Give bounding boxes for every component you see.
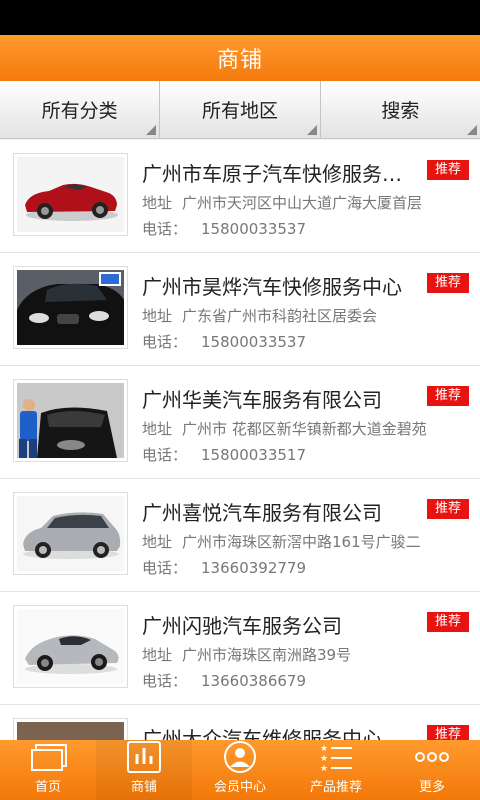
shop-thumbnail <box>13 492 128 575</box>
shop-list-item[interactable]: 广州市车原子汽车快修服务中心 推荐 地址 广州市天河区中山大道广海大厦首层 电话：… <box>0 140 480 253</box>
filter-category-label: 所有分类 <box>41 100 118 122</box>
address-value: 广东省广州市科韵社区居委会 <box>182 307 378 325</box>
shop-phone: 电话： 15800033537 <box>142 331 472 352</box>
shop-address: 地址 广州市海珠区南洲路39号 <box>142 644 472 665</box>
svg-text:★: ★ <box>320 744 328 754</box>
page-title: 商铺 <box>216 48 263 73</box>
shop-name: 广州华美汽车服务有限公司 <box>142 388 382 412</box>
chart-icon <box>127 741 161 773</box>
recommend-badge: 推荐 <box>427 160 469 180</box>
star-list-icon: ★ ★ ★ <box>320 744 352 774</box>
shop-list-item[interactable]: 广州大众汽车维修服务中心 推荐 <box>0 705 480 740</box>
nav-shops[interactable]: 商铺 <box>96 740 192 800</box>
shop-thumbnail <box>13 153 128 236</box>
black-bmw-image <box>17 270 124 345</box>
shop-list-item[interactable]: 广州闪驰汽车服务公司 推荐 地址 广州市海珠区南洲路39号 电话： 13660386… <box>0 592 480 705</box>
phone-label: 电话： <box>142 333 188 351</box>
shop-thumbnail <box>13 718 128 740</box>
red-convertible-image <box>17 157 124 232</box>
shop-phone: 电话： 15800033517 <box>142 444 472 465</box>
status-bar <box>0 0 480 35</box>
shop-phone: 电话： 13660386679 <box>142 670 472 691</box>
home-icon <box>31 744 67 771</box>
shop-name: 广州喜悦汽车服务有限公司 <box>142 501 382 525</box>
address-label: 地址 <box>142 194 173 212</box>
phone-value: 15800033537 <box>201 333 306 351</box>
address-value: 广州市 花都区新华镇新都大道金碧苑 <box>182 420 427 438</box>
filter-region-button[interactable]: 所有地区 <box>160 81 321 138</box>
shop-name: 广州市车原子汽车快修服务中心 <box>142 162 406 186</box>
shop-phone: 电话： 15800033537 <box>142 218 472 239</box>
shop-list-item[interactable]: 广州市昊烨汽车快修服务中心 推荐 地址 广东省广州市科韵社区居委会 电话： 1580… <box>0 253 480 366</box>
dropdown-corner-icon <box>466 125 477 135</box>
shop-address: 地址 广州市海珠区新滘中路161号广骏二 <box>142 531 472 552</box>
dropdown-corner-icon <box>306 125 317 135</box>
phone-value: 15800033537 <box>201 220 306 238</box>
address-label: 地址 <box>142 420 173 438</box>
shop-list-item[interactable]: 广州华美汽车服务有限公司 推荐 地址 广州市 花都区新华镇新都大道金碧苑 电话： 1… <box>0 366 480 479</box>
nav-home[interactable]: 首页 <box>0 740 96 800</box>
phone-value: 15800033517 <box>201 446 306 464</box>
shop-phone: 电话： 13660392779 <box>142 557 472 578</box>
phone-label: 电话： <box>142 220 188 238</box>
phone-label: 电话： <box>142 559 188 577</box>
recommend-badge: 推荐 <box>427 725 469 740</box>
shop-thumbnail <box>13 379 128 462</box>
dark-car-image <box>17 722 124 740</box>
svg-text:★: ★ <box>320 764 328 774</box>
shop-address: 地址 广东省广州市科韵社区居委会 <box>142 305 472 326</box>
recommend-badge: 推荐 <box>427 612 469 632</box>
nav-products-label: 产品推荐 <box>309 780 362 795</box>
nav-more[interactable]: 更多 <box>384 740 480 800</box>
shop-thumbnail <box>13 266 128 349</box>
phone-value: 13660392779 <box>201 559 306 577</box>
bottom-nav: 首页 商铺 会员中心 ★ ★ ★ 产品推荐 更多 <box>0 740 480 800</box>
filter-region-label: 所有地区 <box>201 100 278 122</box>
address-value: 广州市海珠区新滘中路161号广骏二 <box>182 533 421 551</box>
title-bar: 商铺 <box>0 35 480 81</box>
shop-thumbnail <box>13 605 128 688</box>
shop-list-item[interactable]: 广州喜悦汽车服务有限公司 推荐 地址 广州市海珠区新滘中路161号广骏二 电话： 1… <box>0 479 480 592</box>
phone-label: 电话： <box>142 446 188 464</box>
phone-value: 13660386679 <box>201 672 306 690</box>
nav-home-label: 首页 <box>34 780 61 795</box>
shop-list: 广州市车原子汽车快修服务中心 推荐 地址 广州市天河区中山大道广海大厦首层 电话：… <box>0 140 480 740</box>
address-value: 广州市海珠区南洲路39号 <box>182 646 352 664</box>
nav-member[interactable]: 会员中心 <box>192 740 288 800</box>
silver-wagon-image <box>17 496 124 571</box>
dropdown-corner-icon <box>146 125 157 135</box>
more-icon <box>415 752 449 762</box>
recommend-badge: 推荐 <box>427 386 469 406</box>
shop-address: 地址 广州市天河区中山大道广海大厦首层 <box>142 192 472 213</box>
address-label: 地址 <box>142 533 173 551</box>
shop-name: 广州大众汽车维修服务中心 <box>142 727 382 740</box>
user-icon <box>224 741 256 773</box>
nav-shops-label: 商铺 <box>130 780 157 795</box>
shop-name: 广州市昊烨汽车快修服务中心 <box>142 275 402 299</box>
recommend-badge: 推荐 <box>427 273 469 293</box>
address-value: 广州市天河区中山大道广海大厦首层 <box>182 194 423 212</box>
address-label: 地址 <box>142 646 173 664</box>
shop-address: 地址 广州市 花都区新华镇新都大道金碧苑 <box>142 418 472 439</box>
nav-products[interactable]: ★ ★ ★ 产品推荐 <box>288 740 384 800</box>
svg-text:★: ★ <box>320 754 328 764</box>
phone-label: 电话： <box>142 672 188 690</box>
nav-member-label: 会员中心 <box>213 780 266 795</box>
nav-more-label: 更多 <box>418 780 445 795</box>
search-label: 搜索 <box>381 100 420 122</box>
address-label: 地址 <box>142 307 173 325</box>
filter-bar: 所有分类 所有地区 搜索 <box>0 81 480 139</box>
silver-supercar-image <box>17 609 124 684</box>
car-wash-image <box>17 383 124 458</box>
shop-name: 广州闪驰汽车服务公司 <box>142 614 342 638</box>
recommend-badge: 推荐 <box>427 499 469 519</box>
filter-category-button[interactable]: 所有分类 <box>0 81 161 138</box>
search-button[interactable]: 搜索 <box>321 81 480 138</box>
